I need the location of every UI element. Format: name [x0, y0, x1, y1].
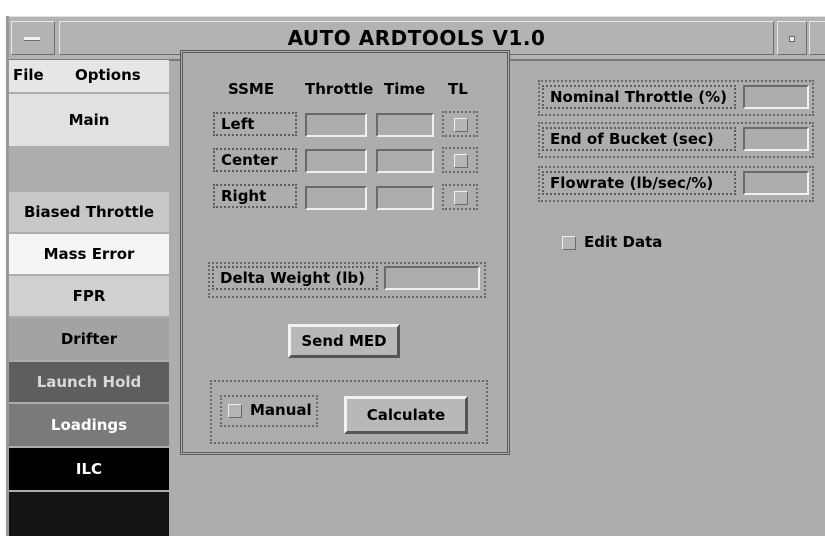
dash-icon	[24, 37, 40, 41]
left-time-field[interactable]	[376, 113, 434, 137]
send-med-button[interactable]: Send MED	[288, 324, 400, 358]
minimize-icon	[789, 36, 795, 42]
left-throttle-field[interactable]	[305, 113, 367, 137]
end-of-bucket-label: End of Bucket (sec)	[542, 127, 736, 151]
edit-data-toggle[interactable]	[562, 236, 576, 250]
right-throttle-field[interactable]	[305, 186, 367, 210]
nominal-throttle-label: Nominal Throttle (%)	[542, 85, 736, 109]
header-time: Time	[384, 80, 426, 98]
delta-weight-field[interactable]	[384, 266, 480, 290]
center-tl-toggle[interactable]	[454, 154, 468, 168]
right-tl-toggle[interactable]	[454, 191, 468, 205]
calculate-button[interactable]: Calculate	[344, 396, 468, 434]
sidebar: File Options Main Biased Throttle Mass E…	[9, 60, 169, 536]
flowrate-label: Flowrate (lb/sec/%)	[542, 171, 736, 195]
manual-toggle[interactable]	[228, 404, 242, 418]
row-label-left: Left	[213, 112, 297, 136]
menu-options[interactable]: Options	[75, 66, 141, 84]
minimize-button[interactable]	[777, 21, 807, 55]
center-throttle-field[interactable]	[305, 149, 367, 173]
header-ssme: SSME	[228, 80, 275, 98]
delta-weight-label: Delta Weight (lb)	[212, 266, 378, 290]
header-throttle: Throttle	[305, 80, 374, 98]
edit-data-label: Edit Data	[584, 233, 663, 251]
sidebar-item-launch-hold[interactable]: Launch Hold	[9, 362, 169, 402]
sidebar-item-fpr[interactable]: FPR	[9, 276, 169, 316]
sidebar-item-drifter[interactable]: Drifter	[9, 318, 169, 360]
manual-label: Manual	[250, 401, 312, 419]
menu-bar: File Options	[9, 60, 169, 92]
maximize-button[interactable]	[809, 21, 825, 55]
left-tl-toggle[interactable]	[454, 118, 468, 132]
center-time-field[interactable]	[376, 149, 434, 173]
sidebar-item-dark[interactable]	[9, 492, 169, 536]
sidebar-item-ilc[interactable]: ILC	[9, 448, 169, 490]
menu-file[interactable]: File	[13, 66, 44, 84]
sidebar-item-main[interactable]: Main	[9, 94, 169, 146]
row-label-center: Center	[213, 148, 297, 172]
row-label-right: Right	[213, 184, 297, 208]
sidebar-item-biased-throttle[interactable]: Biased Throttle	[9, 192, 169, 232]
header-tl: TL	[448, 80, 468, 98]
flowrate-field[interactable]	[743, 171, 809, 195]
end-of-bucket-field[interactable]	[743, 127, 809, 151]
right-time-field[interactable]	[376, 186, 434, 210]
window-menu-button[interactable]	[11, 21, 55, 55]
sidebar-item-blank[interactable]	[9, 148, 169, 190]
nominal-throttle-field[interactable]	[743, 85, 809, 109]
sidebar-item-loadings[interactable]: Loadings	[9, 404, 169, 446]
sidebar-item-mass-error[interactable]: Mass Error	[9, 234, 169, 274]
